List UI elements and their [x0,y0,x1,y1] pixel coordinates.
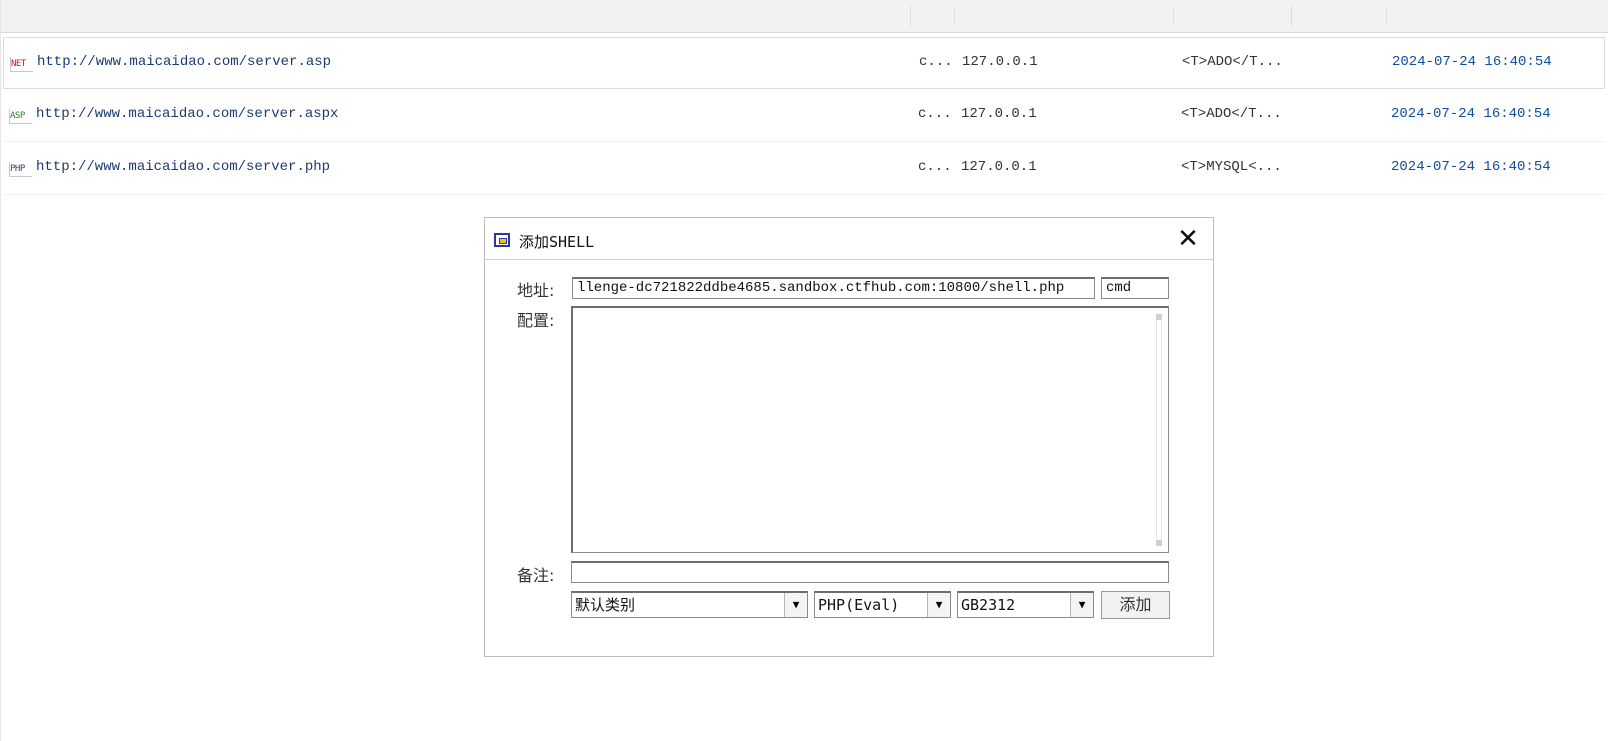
table-row[interactable]: PHP http://www.maicaidao.com/server.php … [3,143,1605,195]
add-button[interactable]: 添加 [1101,591,1170,619]
close-icon[interactable]: ✕ [1175,226,1201,252]
table-row[interactable]: ASP http://www.maicaidao.com/server.aspx… [3,90,1605,142]
dialog-titlebar[interactable]: 添加SHELL ✕ [485,218,1213,260]
row-time: 2024-07-24 16:40:54 [1391,159,1551,175]
password-input[interactable]: cmd [1101,277,1169,299]
remark-label: 备注: [517,566,555,585]
encoding-value: GB2312 [961,596,1016,614]
window-icon [494,233,510,247]
chevron-down-icon[interactable]: ▼ [1070,593,1093,617]
remark-input[interactable] [571,561,1169,583]
add-shell-dialog: 添加SHELL ✕ 地址: llenge-dc721822ddbe4685.sa… [484,217,1214,657]
column-separator[interactable] [1386,6,1387,26]
chevron-down-icon[interactable]: ▼ [927,593,950,617]
php-file-icon: PHP [9,162,32,177]
row-config: <T>ADO</T... [1182,54,1283,70]
category-value: 默认类别 [575,596,636,614]
shell-manager-window: NET http://www.maicaidao.com/server.asp … [0,0,1608,741]
row-config: <T>MYSQL<... [1181,159,1282,175]
column-separator[interactable] [910,6,911,26]
row-c: c... [919,54,953,70]
row-c: c... [918,159,952,175]
config-scrollbar[interactable] [1156,314,1162,546]
row-c: c... [918,106,952,122]
net-file-icon: NET [10,57,33,72]
table-row[interactable]: NET http://www.maicaidao.com/server.asp … [3,37,1605,89]
encoding-select[interactable]: GB2312 ▼ [957,591,1094,618]
address-label: 地址: [517,281,555,300]
row-url[interactable]: http://www.maicaidao.com/server.asp [37,54,331,70]
category-select[interactable]: 默认类别 ▼ [571,591,808,618]
row-config: <T>ADO</T... [1181,106,1282,122]
row-ip: 127.0.0.1 [962,54,1038,70]
script-type-select[interactable]: PHP(Eval) ▼ [814,591,951,618]
dialog-title: 添加SHELL [519,233,595,251]
row-time: 2024-07-24 16:40:54 [1391,106,1551,122]
row-url[interactable]: http://www.maicaidao.com/server.php [36,159,330,175]
list-header [1,0,1608,33]
address-input[interactable]: llenge-dc721822ddbe4685.sandbox.ctfhub.c… [572,277,1095,299]
config-textarea[interactable] [571,306,1169,553]
column-separator[interactable] [954,6,955,26]
column-separator[interactable] [1291,6,1292,26]
config-label: 配置: [517,311,555,330]
row-url[interactable]: http://www.maicaidao.com/server.aspx [36,106,338,122]
chevron-down-icon[interactable]: ▼ [784,593,807,617]
column-separator[interactable] [1173,6,1174,26]
row-time: 2024-07-24 16:40:54 [1392,54,1552,70]
row-ip: 127.0.0.1 [961,106,1037,122]
script-type-value: PHP(Eval) [818,596,900,614]
row-ip: 127.0.0.1 [961,159,1037,175]
asp-file-icon: ASP [9,109,32,124]
